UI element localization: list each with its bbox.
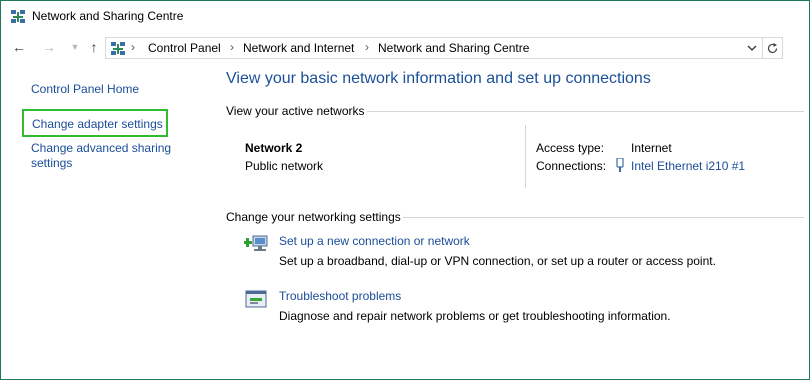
change-settings-heading: Change your networking settings — [226, 210, 401, 224]
change-advanced-sharing-link[interactable]: Change advanced sharing settings — [31, 141, 191, 171]
connections-label: Connections: — [536, 159, 607, 173]
setup-new-connection-description: Set up a broadband, dial-up or VPN conne… — [279, 254, 716, 268]
breadcrumb-control-panel[interactable]: Control Panel — [148, 41, 221, 55]
window-title: Network and Sharing Centre — [32, 9, 184, 23]
ethernet-connection-link[interactable]: Intel Ethernet i210 #1 — [631, 159, 745, 173]
setup-new-connection-link[interactable]: Set up a new connection or network — [279, 234, 470, 248]
up-arrow-icon[interactable]: ↑ — [86, 39, 102, 55]
troubleshoot-problems-link[interactable]: Troubleshoot problems — [279, 289, 401, 303]
control-panel-icon — [111, 42, 125, 55]
change-adapter-settings-link[interactable]: Change adapter settings — [32, 117, 163, 131]
divider — [367, 111, 804, 112]
network-name: Network 2 — [245, 141, 303, 155]
navigation-bar: ← → ▼ ↑ › Control Panel › Network and In… — [1, 34, 809, 62]
network-sharing-window: Network and Sharing Centre ← → ▼ ↑ › Con… — [0, 0, 810, 380]
breadcrumb-separator-icon[interactable]: › — [230, 40, 234, 54]
breadcrumb-network-sharing[interactable]: Network and Sharing Centre — [378, 41, 529, 55]
control-panel-home-link[interactable]: Control Panel Home — [31, 82, 139, 96]
active-networks-heading: View your active networks — [226, 104, 365, 118]
new-connection-icon — [244, 235, 268, 251]
recent-locations-chevron-icon[interactable]: ▼ — [67, 39, 83, 55]
ethernet-icon — [616, 158, 624, 172]
network-app-icon — [11, 10, 25, 23]
change-adapter-settings-highlight[interactable]: Change adapter settings — [22, 109, 168, 137]
refresh-button[interactable] — [763, 37, 783, 59]
address-bar[interactable]: › Control Panel › Network and Internet ›… — [105, 37, 763, 59]
forward-arrow-icon[interactable]: → — [41, 39, 57, 55]
left-task-pane: Control Panel Home Change adapter settin… — [1, 63, 211, 379]
divider — [525, 125, 526, 188]
access-type-value: Internet — [631, 141, 672, 155]
back-arrow-icon[interactable]: ← — [11, 39, 27, 55]
title-bar: Network and Sharing Centre — [1, 1, 809, 33]
breadcrumb-separator-icon[interactable]: › — [131, 40, 135, 54]
troubleshoot-problems-description: Diagnose and repair network problems or … — [279, 309, 671, 323]
network-category: Public network — [245, 159, 324, 173]
divider — [403, 217, 804, 218]
page-title: View your basic network information and … — [226, 70, 651, 87]
breadcrumb-separator-icon[interactable]: › — [365, 40, 369, 54]
breadcrumb-network-internet[interactable]: Network and Internet — [243, 41, 354, 55]
troubleshoot-icon — [245, 290, 267, 308]
address-dropdown-chevron-icon[interactable] — [746, 41, 758, 55]
access-type-label: Access type: — [536, 141, 605, 155]
refresh-icon — [767, 43, 778, 54]
